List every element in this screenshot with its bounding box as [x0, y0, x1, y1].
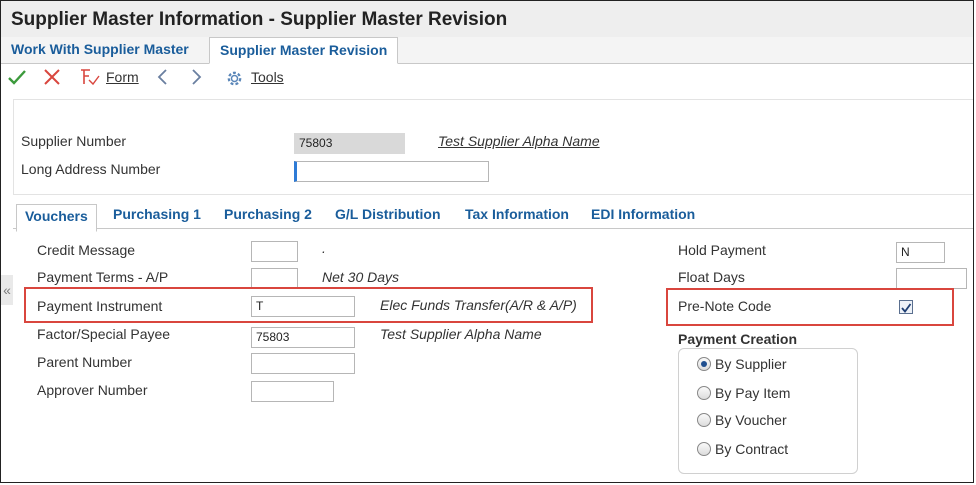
- radio-by-voucher[interactable]: [697, 413, 711, 427]
- tab-tax-information[interactable]: Tax Information: [465, 206, 569, 222]
- approver-number-field[interactable]: [251, 381, 334, 402]
- payment-instrument-label: Payment Instrument: [37, 298, 163, 314]
- ok-icon[interactable]: [7, 67, 27, 90]
- parent-number-label: Parent Number: [37, 354, 132, 370]
- title-bar: Supplier Master Information - Supplier M…: [1, 1, 973, 37]
- radio-by-supplier[interactable]: [697, 357, 711, 371]
- long-address-label: Long Address Number: [21, 161, 161, 177]
- credit-message-desc: .: [322, 240, 326, 256]
- collapse-panel-icon[interactable]: «: [1, 275, 13, 305]
- radio-by-voucher-label[interactable]: By Voucher: [715, 412, 787, 428]
- next-icon[interactable]: [191, 68, 203, 89]
- checkmark-icon: [901, 303, 912, 313]
- tab-edi-information[interactable]: EDI Information: [591, 206, 695, 222]
- payment-instrument-field[interactable]: T: [251, 296, 355, 317]
- float-days-label: Float Days: [678, 269, 745, 285]
- payment-creation-title: Payment Creation: [678, 331, 798, 347]
- tab-work-with-supplier-master[interactable]: Work With Supplier Master: [1, 37, 199, 63]
- hold-payment-label: Hold Payment: [678, 242, 766, 258]
- tab-vouchers[interactable]: Vouchers: [16, 204, 97, 232]
- form-menu-label[interactable]: Form: [106, 69, 139, 85]
- supplier-number-label: Supplier Number: [21, 133, 127, 149]
- prenote-code-checkbox[interactable]: [899, 300, 913, 314]
- window-title: Supplier Master Information - Supplier M…: [11, 9, 508, 30]
- detail-tab-bar: Vouchers Purchasing 1 Purchasing 2 G/L D…: [13, 202, 973, 232]
- payment-terms-label: Payment Terms - A/P: [37, 269, 169, 285]
- credit-message-label: Credit Message: [37, 242, 136, 258]
- parent-number-field[interactable]: [251, 353, 355, 374]
- supplier-name-link[interactable]: Test Supplier Alpha Name: [438, 133, 600, 149]
- toolbar: Form Tools: [1, 64, 973, 94]
- tab-purchasing-2[interactable]: Purchasing 2: [224, 206, 312, 222]
- tools-menu-label[interactable]: Tools: [251, 69, 284, 85]
- tab-gl-distribution[interactable]: G/L Distribution: [335, 206, 441, 222]
- approver-number-label: Approver Number: [37, 382, 148, 398]
- prenote-code-label: Pre-Note Code: [678, 298, 772, 314]
- previous-icon[interactable]: [156, 68, 168, 89]
- tab-purchasing-1[interactable]: Purchasing 1: [113, 206, 201, 222]
- supplier-number-field: 75803: [294, 133, 405, 154]
- payment-instrument-desc: Elec Funds Transfer(A/R & A/P): [380, 297, 577, 313]
- tools-gear-icon[interactable]: [225, 69, 244, 91]
- hold-payment-field[interactable]: N: [896, 242, 945, 263]
- radio-by-contract-label[interactable]: By Contract: [715, 441, 788, 457]
- credit-message-field[interactable]: [251, 241, 298, 262]
- payment-terms-desc: Net 30 Days: [322, 269, 400, 285]
- long-address-field[interactable]: [294, 161, 489, 182]
- factor-payee-field[interactable]: 75803: [251, 327, 355, 348]
- top-tab-bar: Work With Supplier Master Supplier Maste…: [1, 37, 973, 64]
- radio-by-pay-item[interactable]: [697, 386, 711, 400]
- form-menu-icon[interactable]: [79, 67, 101, 90]
- factor-payee-label: Factor/Special Payee: [37, 326, 171, 342]
- payment-terms-field[interactable]: [251, 268, 298, 289]
- tab-supplier-master-revision[interactable]: Supplier Master Revision: [209, 37, 399, 64]
- radio-by-supplier-label[interactable]: By Supplier: [715, 356, 787, 372]
- radio-by-pay-item-label[interactable]: By Pay Item: [715, 385, 790, 401]
- cancel-icon[interactable]: [43, 68, 61, 89]
- radio-by-contract[interactable]: [697, 442, 711, 456]
- factor-payee-desc: Test Supplier Alpha Name: [380, 326, 542, 342]
- float-days-field[interactable]: [896, 268, 967, 289]
